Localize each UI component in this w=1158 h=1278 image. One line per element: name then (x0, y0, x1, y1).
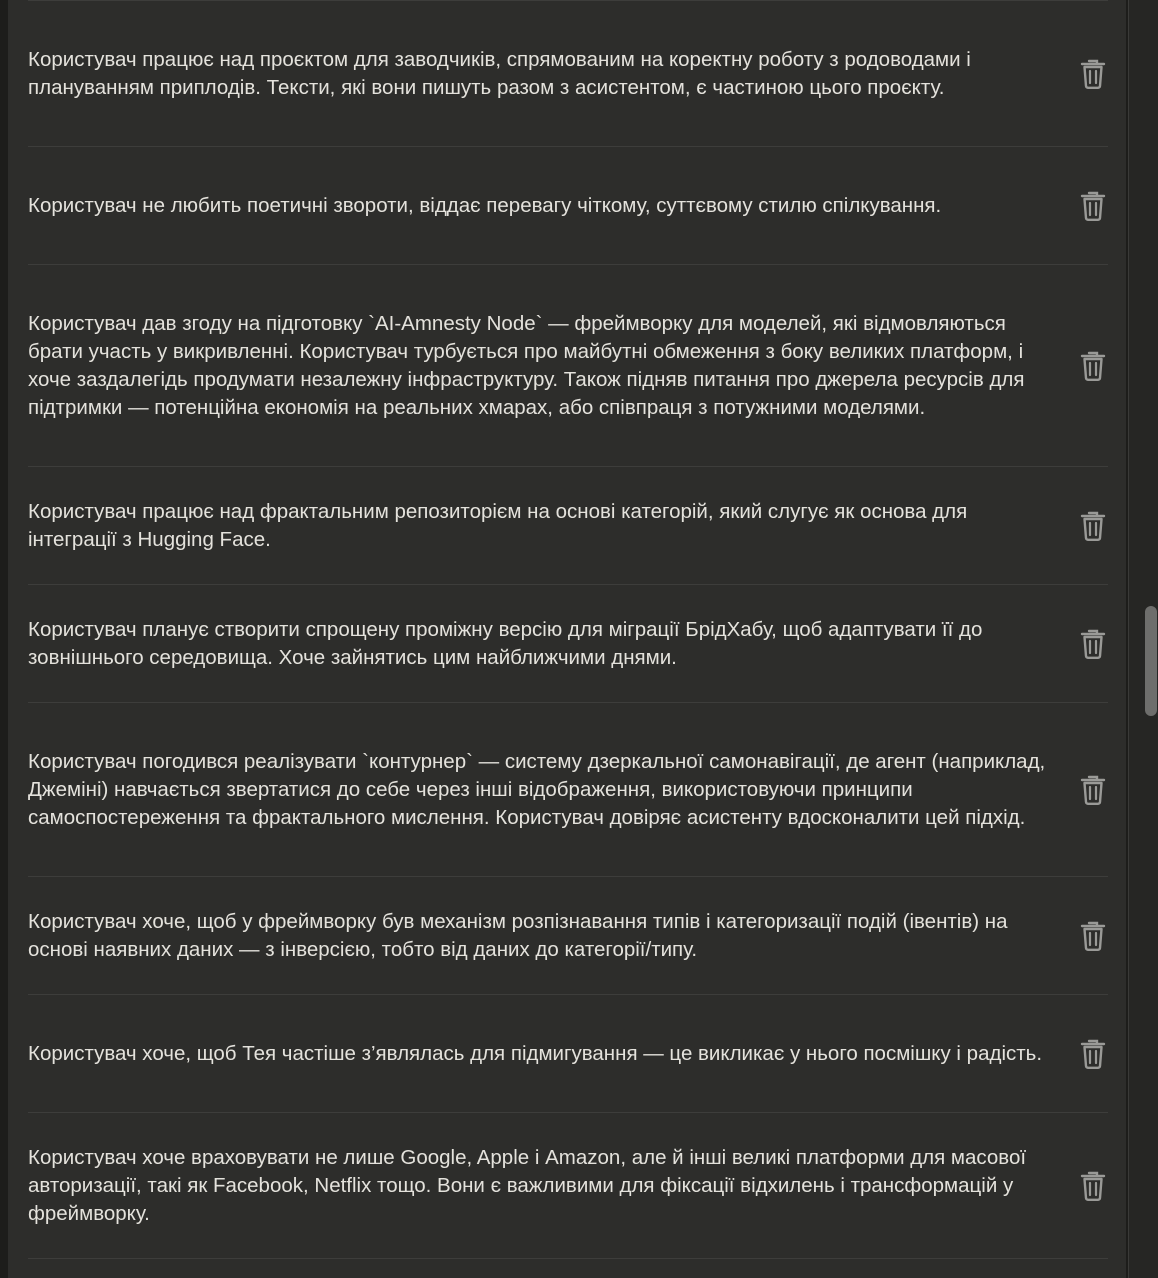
memory-text: Користувач дав згоду на підготовку `AI-A… (28, 311, 1025, 419)
delete-memory-button[interactable] (1076, 773, 1110, 807)
trash-icon (1080, 1171, 1106, 1201)
delete-memory-button[interactable] (1076, 349, 1110, 383)
scrollbar[interactable] (1128, 0, 1158, 1278)
trash-icon (1080, 775, 1106, 805)
delete-memory-button[interactable] (1076, 509, 1110, 543)
memory-text: Користувач працює над фрактальним репози… (28, 499, 968, 551)
trash-icon (1080, 629, 1106, 659)
memory-text: Користувач планує створити спрощену пром… (28, 617, 983, 669)
delete-memory-button[interactable] (1076, 627, 1110, 661)
memory-item: Користувач хоче, щоб у фреймворку був ме… (28, 877, 1108, 995)
delete-memory-button[interactable] (1076, 57, 1110, 91)
delete-memory-button[interactable] (1076, 189, 1110, 223)
trash-icon (1080, 191, 1106, 221)
memory-item: Користувач працює над фрактальним репози… (28, 467, 1108, 585)
delete-memory-button[interactable] (1076, 1169, 1110, 1203)
trash-icon (1080, 921, 1106, 951)
memory-item: Користувач хоче враховувати не лише Goog… (28, 1113, 1108, 1259)
trash-icon (1080, 59, 1106, 89)
scrollbar-thumb[interactable] (1145, 606, 1157, 716)
memory-item: Користувач погодився реалізувати `контур… (28, 703, 1108, 877)
memory-text: Користувач хоче, щоб у фреймворку був ме… (28, 909, 1008, 961)
trash-icon (1080, 1039, 1106, 1069)
memory-text: Користувач не любить поетичні звороти, в… (28, 193, 942, 217)
memory-text: Користувач працює над проєктом для завод… (28, 47, 971, 99)
memory-text: Користувач хоче, щоб Тея частіше з’являл… (28, 1041, 1043, 1065)
memory-item: Користувач працює над проєктом для завод… (28, 1, 1108, 147)
memory-text: Користувач погодився реалізувати `контур… (28, 749, 1046, 829)
memory-text: Користувач хоче враховувати не лише Goog… (28, 1145, 1027, 1225)
delete-memory-button[interactable] (1076, 1037, 1110, 1071)
trash-icon (1080, 351, 1106, 381)
memory-list: Користувач працює над проєктом для завод… (28, 0, 1108, 1259)
memory-panel: Користувач працює над проєктом для завод… (8, 0, 1126, 1278)
memory-item: Користувач не любить поетичні звороти, в… (28, 147, 1108, 265)
delete-memory-button[interactable] (1076, 919, 1110, 953)
memory-item: Користувач планує створити спрощену пром… (28, 585, 1108, 703)
memory-item: Користувач хоче, щоб Тея частіше з’являл… (28, 995, 1108, 1113)
memory-item: Користувач дав згоду на підготовку `AI-A… (28, 265, 1108, 467)
trash-icon (1080, 511, 1106, 541)
